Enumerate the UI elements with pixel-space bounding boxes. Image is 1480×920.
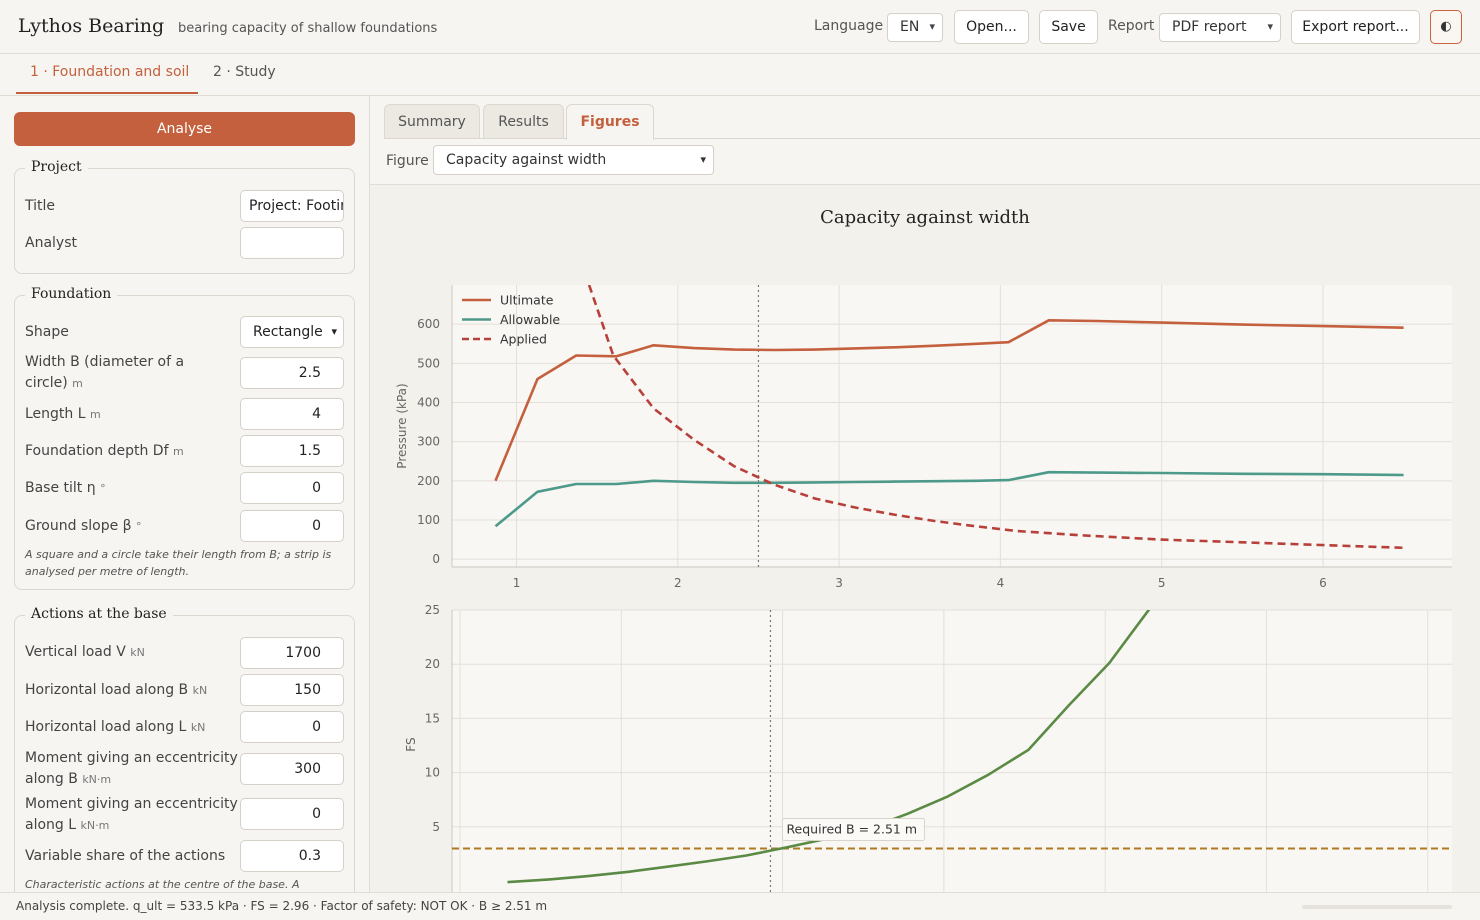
shape-label: Shape [25, 324, 69, 340]
figure-area: Capacity against width 1 2 3 4 5 6 0 100 200 300 4… [370, 184, 1480, 894]
analyse-button[interactable]: Analyse [14, 112, 355, 146]
title-input[interactable]: Project: Footing [240, 190, 344, 222]
chevron-down-icon: ▾ [929, 20, 935, 33]
length-label: Length L m [25, 406, 101, 422]
plot-background [452, 610, 1452, 894]
moment-b-label: Moment giving an eccentricity along B kN… [25, 750, 238, 787]
vertical-load-input[interactable]: 1700 [240, 637, 344, 669]
tab-summary[interactable]: Summary [384, 104, 480, 138]
actions-section: Actions at the base Vertical load V kN 1… [14, 606, 355, 892]
tab-results[interactable]: Results [483, 104, 564, 138]
variable-share-input[interactable]: 0.3 [240, 840, 344, 872]
tab-figures[interactable]: Figures [566, 104, 654, 140]
x-tick-label: 1 [513, 576, 521, 590]
x-tick-label: 4 [997, 576, 1005, 590]
moment-b-input[interactable]: 300 [240, 753, 344, 785]
foundation-legend: Foundation [25, 286, 118, 302]
language-select[interactable]: EN ▾ [887, 13, 943, 42]
horizontal-load-l-input[interactable]: 0 [240, 711, 344, 743]
y-tick-label: 500 [417, 356, 440, 370]
shape-value: Rectangle [253, 324, 323, 340]
analyst-label: Analyst [25, 235, 77, 251]
figure-select[interactable]: Capacity against width ▾ [433, 145, 714, 175]
foundation-note: A square and a circle take their length … [25, 548, 332, 578]
y-tick-label: 10 [425, 766, 440, 780]
x-tick-label: 6 [1319, 576, 1327, 590]
chevron-down-icon: ▾ [700, 153, 706, 166]
save-button[interactable]: Save [1039, 10, 1098, 44]
shape-select[interactable]: Rectangle ▾ [240, 316, 344, 348]
y-tick-label: 400 [417, 396, 440, 410]
horizontal-load-l-label: Horizontal load along L kN [25, 719, 206, 735]
project-section: Project Title Project: Footing Analyst [14, 159, 355, 274]
y-tick-label: 200 [417, 474, 440, 488]
x-tick-label: 2 [674, 576, 682, 590]
status-bar: Analysis complete. q_ult = 533.5 kPa · F… [0, 892, 1480, 920]
ground-slope-input[interactable]: 0 [240, 510, 344, 542]
x-tick-label: 5 [1158, 576, 1166, 590]
results-panel: Summary Results Figures Figure Capacity … [370, 95, 1480, 894]
title-label: Title [25, 198, 56, 214]
progress-bar [1302, 905, 1452, 909]
chevron-down-icon: ▾ [1267, 20, 1273, 33]
report-format-value: PDF report [1172, 19, 1247, 35]
tab-study[interactable]: 2 · Study [213, 64, 276, 80]
x-tick-label: 3 [835, 576, 843, 590]
project-legend: Project [25, 159, 88, 175]
y-tick-label: 300 [417, 435, 440, 449]
app-header: Lythos Bearing bearing capacity of shall… [0, 0, 1480, 54]
open-button[interactable]: Open... [954, 10, 1029, 44]
foundation-depth-label: Foundation depth Df m [25, 443, 184, 459]
report-format-select[interactable]: PDF report ▾ [1159, 13, 1281, 42]
y-tick-label: 100 [417, 513, 440, 527]
export-report-button[interactable]: Export report... [1291, 10, 1420, 44]
input-panel: Analyse Project Title Project: Footing A… [0, 95, 370, 892]
plot-background [452, 285, 1452, 567]
annotation-label: Required B = 2.51 m [786, 821, 917, 836]
contrast-icon: ◐ [1440, 19, 1452, 34]
actions-note: Characteristic actions at the centre of … [25, 878, 300, 891]
horizontal-load-b-input[interactable]: 150 [240, 674, 344, 706]
moment-l-label: Moment giving an eccentricity along L kN… [25, 796, 238, 833]
y-tick-label: 20 [425, 657, 440, 671]
width-label: Width B (diameter of a circle) m [25, 354, 185, 391]
figure-value: Capacity against width [446, 152, 607, 168]
tab-divider [384, 138, 1480, 139]
y-tick-label: 25 [425, 603, 440, 617]
y-axis-label: Pressure (kPa) [395, 383, 409, 468]
app-subtitle: bearing capacity of shallow foundations [178, 21, 438, 36]
vertical-load-label: Vertical load V kN [25, 644, 145, 660]
capacity-chart: 1 2 3 4 5 6 0 100 200 300 400 500 600 Pressure (kPa) 5… [395, 285, 1452, 894]
width-input[interactable]: 2.5 [240, 357, 344, 389]
foundation-depth-input[interactable]: 1.5 [240, 435, 344, 467]
analyst-input[interactable] [240, 227, 344, 259]
moment-l-input[interactable]: 0 [240, 798, 344, 830]
legend-label: Allowable [500, 312, 560, 327]
y-tick-label: 0 [432, 552, 440, 566]
ground-slope-label: Ground slope β ° [25, 518, 142, 534]
length-input[interactable]: 4 [240, 398, 344, 430]
base-tilt-label: Base tilt η ° [25, 480, 106, 496]
horizontal-load-b-label: Horizontal load along B kN [25, 682, 208, 698]
theme-toggle-button[interactable]: ◐ [1430, 10, 1462, 44]
app-title: Lythos Bearing [18, 15, 165, 37]
status-text: Analysis complete. q_ult = 533.5 kPa · F… [16, 899, 548, 913]
y-tick-label: 15 [425, 711, 440, 725]
language-label: Language [814, 18, 884, 34]
actions-legend: Actions at the base [25, 606, 173, 622]
chevron-down-icon: ▾ [331, 325, 337, 338]
figure-label: Figure [386, 153, 429, 169]
tab-foundation-and-soil[interactable]: 1 · Foundation and soil [30, 64, 189, 80]
report-label: Report [1108, 18, 1155, 34]
variable-share-label: Variable share of the actions [25, 848, 226, 864]
language-value: EN [900, 19, 920, 35]
y-tick-label: 5 [432, 820, 440, 834]
y-tick-label: 600 [417, 317, 440, 331]
active-tab-indicator [16, 92, 198, 94]
y-axis-label: FS [404, 737, 418, 751]
base-tilt-input[interactable]: 0 [240, 472, 344, 504]
legend-label: Applied [500, 332, 547, 347]
foundation-section: Foundation Shape Rectangle ▾ Width B (di… [14, 286, 355, 590]
legend-label: Ultimate [500, 293, 554, 308]
